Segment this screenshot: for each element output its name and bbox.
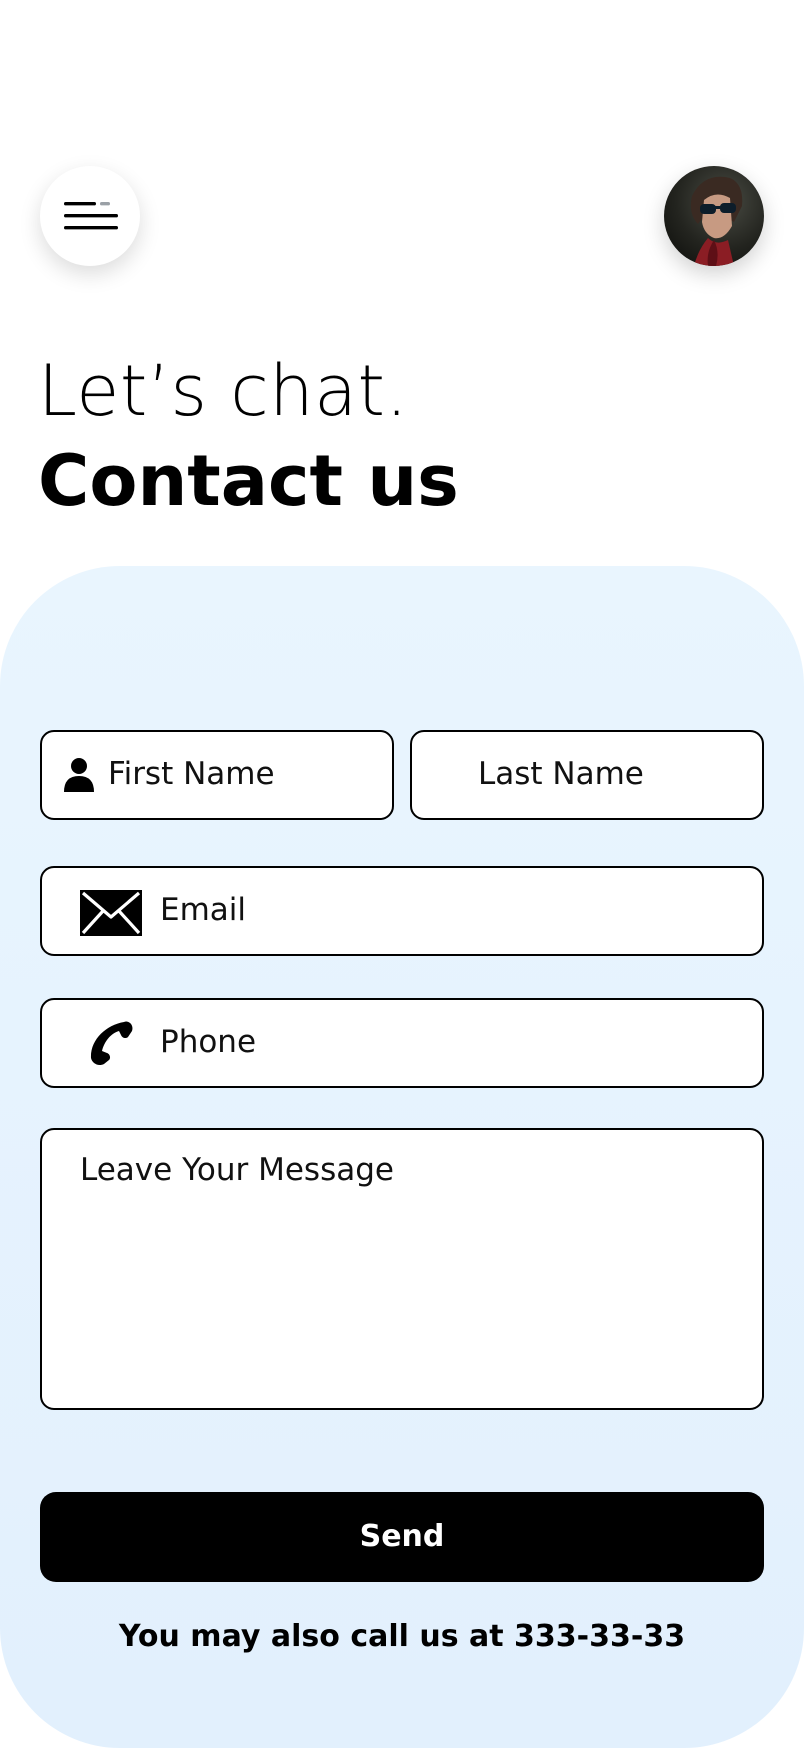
first-name-field[interactable]: First Name <box>40 730 394 820</box>
send-button[interactable]: Send <box>40 1492 764 1582</box>
hamburger-menu-icon <box>64 202 118 230</box>
email-field[interactable]: Email <box>40 866 764 956</box>
message-textarea[interactable]: Leave Your Message <box>40 1128 764 1410</box>
first-name-placeholder: First Name <box>108 756 275 792</box>
message-placeholder: Leave Your Message <box>80 1152 394 1188</box>
contact-page: { "header": { "menu_icon": "hamburger-me… <box>0 0 804 1748</box>
last-name-field[interactable]: Last Name <box>410 730 764 820</box>
call-us-note: You may also call us at 333-33-33 <box>118 1619 686 1654</box>
phone-icon <box>90 1021 133 1066</box>
person-icon <box>64 758 94 792</box>
top-bar <box>40 166 764 266</box>
phone-field[interactable]: Phone <box>40 998 764 1088</box>
heading-tagline: Let’s chat. <box>38 350 409 432</box>
email-placeholder: Email <box>160 892 247 928</box>
avatar[interactable] <box>664 166 764 266</box>
page-heading: Let’s chat. Contact us <box>38 346 758 526</box>
menu-button[interactable] <box>40 166 140 266</box>
last-name-placeholder: Last Name <box>478 756 644 792</box>
user-avatar <box>664 166 764 266</box>
envelope-icon <box>80 890 142 936</box>
phone-placeholder: Phone <box>160 1024 257 1060</box>
page-title: Contact us <box>38 440 459 522</box>
